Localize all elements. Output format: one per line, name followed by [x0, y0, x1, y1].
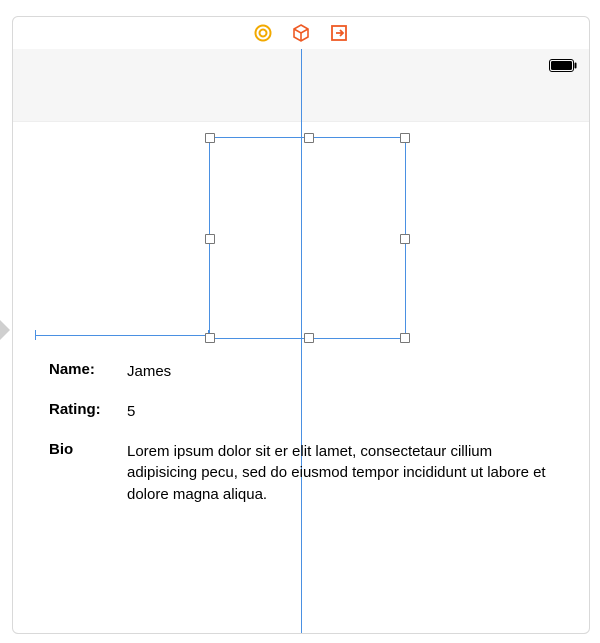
resize-handle-top-center[interactable]	[304, 133, 314, 143]
name-row: Name: James	[49, 361, 561, 383]
image-view-selected[interactable]	[209, 137, 406, 339]
embed-in-icon[interactable]	[330, 24, 348, 42]
storyboard-scene[interactable]: Name: James Rating: 5 Bio Lorem ipsum do…	[12, 16, 590, 634]
resize-handle-bottom-right[interactable]	[400, 333, 410, 343]
name-value[interactable]: James	[127, 361, 561, 383]
bio-row: Bio Lorem ipsum dolor sit er elit lamet,…	[49, 441, 561, 506]
leading-constraint-guide[interactable]	[35, 335, 209, 336]
rating-value[interactable]: 5	[127, 401, 561, 423]
ib-canvas-root: Name: James Rating: 5 Bio Lorem ipsum do…	[0, 0, 600, 643]
bio-label: Bio	[49, 441, 127, 458]
detail-form: Name: James Rating: 5 Bio Lorem ipsum do…	[49, 361, 561, 524]
resize-handle-middle-right[interactable]	[400, 234, 410, 244]
resize-handle-bottom-center[interactable]	[304, 333, 314, 343]
rating-label: Rating:	[49, 401, 127, 418]
bio-value[interactable]: Lorem ipsum dolor sit er elit lamet, con…	[127, 441, 561, 506]
canvas-toolbar	[13, 17, 589, 50]
resize-handle-bottom-left[interactable]	[205, 333, 215, 343]
rating-row: Rating: 5	[49, 401, 561, 423]
3d-object-icon[interactable]	[292, 24, 310, 42]
resize-handle-top-right[interactable]	[400, 133, 410, 143]
intrinsic-size-icon[interactable]	[254, 24, 272, 42]
scene-entry-arrow-icon	[0, 320, 12, 340]
name-label: Name:	[49, 361, 127, 378]
resize-handle-middle-left[interactable]	[205, 234, 215, 244]
resize-handle-top-left[interactable]	[205, 133, 215, 143]
battery-icon	[549, 59, 577, 72]
